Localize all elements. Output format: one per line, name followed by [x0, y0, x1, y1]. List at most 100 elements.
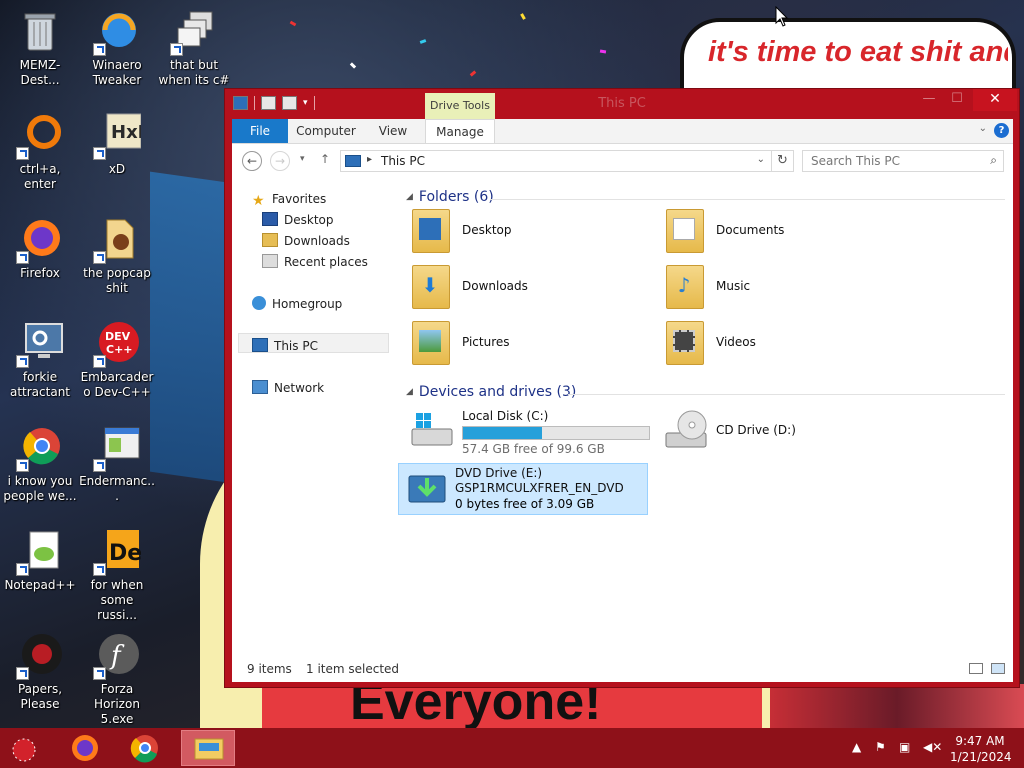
file-explorer-icon — [194, 738, 224, 760]
folder-videos[interactable]: Videos — [660, 319, 900, 371]
tab-view[interactable]: View — [368, 119, 418, 143]
desktop-icon-papers-please[interactable]: Papers, Please — [2, 632, 78, 712]
hxd-icon: HxD — [93, 112, 153, 160]
drive-c-usage-bar — [462, 426, 650, 440]
drive-d[interactable]: CD Drive (D:) — [660, 409, 900, 451]
refresh-button[interactable]: ↻ — [772, 150, 794, 172]
window-icon — [93, 424, 141, 472]
shortcut-arrow-icon — [93, 251, 106, 264]
folders-group-header[interactable]: ◢ Folders (6) — [406, 189, 494, 205]
confetti — [289, 20, 297, 27]
desktop-icon-winaero[interactable]: Winaero Tweaker — [79, 8, 155, 88]
help-icon[interactable]: ? — [994, 123, 1009, 138]
large-icons-view-icon[interactable] — [991, 663, 1005, 674]
confetti — [520, 13, 526, 20]
shortcut-arrow-icon — [16, 563, 29, 576]
recycle-bin-icon — [16, 8, 64, 56]
taskbar: ▲ ⚑ ▣ ◀✕ 9:47 AM 1/21/2024 — [0, 728, 1024, 768]
collapse-triangle-icon: ◢ — [406, 192, 413, 202]
tab-file[interactable]: File — [232, 119, 288, 143]
nav-desktop[interactable]: Desktop — [262, 210, 334, 230]
homegroup-icon — [252, 296, 266, 310]
tab-manage[interactable]: Manage — [425, 119, 495, 143]
network-tray-icon[interactable]: ▣ — [899, 740, 910, 754]
desktop-icon-label: xD — [108, 162, 126, 176]
volume-muted-icon[interactable]: ◀✕ — [923, 740, 942, 754]
close-button[interactable]: ✕ — [973, 89, 1017, 111]
desktop-icon-label: Winaero Tweaker — [92, 58, 142, 87]
flash-icon: f — [93, 632, 141, 680]
status-item-count: 9 items — [247, 662, 292, 676]
forward-button[interactable]: → — [270, 151, 290, 171]
folder-music[interactable]: ♪ Music — [660, 263, 900, 315]
folder-documents[interactable]: Documents — [660, 207, 900, 259]
desktop-icon-xd[interactable]: HxD xD — [79, 112, 155, 177]
status-selection: 1 item selected — [306, 662, 400, 676]
chevron-right-icon[interactable]: ▸ — [367, 154, 372, 165]
speech-bubble-text: it's time to eat shit and die and celebr… — [708, 36, 1008, 68]
back-button[interactable]: ← — [242, 151, 262, 171]
desktop-icon-forza[interactable]: f Forza Horizon 5.exe — [79, 632, 155, 727]
devices-group-header[interactable]: ◢ Devices and drives (3) — [406, 384, 576, 400]
details-view-icon[interactable] — [969, 663, 983, 674]
refresh-icon: ↻ — [777, 153, 788, 168]
search-input[interactable]: Search This PC ⌕ — [802, 150, 1004, 172]
address-bar[interactable]: ▸ This PC ⌄ — [340, 150, 772, 172]
drive-c[interactable]: Local Disk (C:) 57.4 GB free of 99.6 GB — [406, 409, 650, 456]
desktop-icon-firefox[interactable]: Firefox — [2, 216, 78, 281]
nav-downloads[interactable]: Downloads — [262, 231, 350, 251]
taskbar-firefox[interactable] — [58, 730, 112, 766]
explorer-window: ▾ Drive Tools This PC — ☐ ✕ File Compute… — [224, 88, 1020, 688]
window-titlebar[interactable]: ▾ Drive Tools This PC — ☐ ✕ — [225, 89, 1019, 119]
desktop-icon-russian[interactable]: De for when some russi... — [79, 528, 155, 623]
svg-text:De: De — [109, 541, 141, 566]
nav-favorites[interactable]: ★ Favorites — [252, 189, 326, 209]
breadcrumb-this-pc[interactable]: This PC — [381, 154, 425, 168]
taskbar-file-explorer[interactable] — [181, 730, 235, 766]
desktop-icon — [262, 212, 278, 226]
folder-documents-icon — [666, 209, 704, 253]
cd-drive-icon — [665, 410, 707, 448]
desktop-icon-chrome[interactable]: i know you people we... — [2, 424, 78, 504]
expand-ribbon-icon[interactable]: ⌄ — [979, 123, 987, 134]
nav-this-pc[interactable]: This PC — [252, 336, 318, 356]
folder-downloads[interactable]: ⬇ Downloads — [406, 263, 646, 315]
chevron-down-icon[interactable]: ⌄ — [757, 154, 765, 165]
desktop-icon-notepadpp[interactable]: Notepad++ — [2, 528, 78, 593]
popcap-icon — [93, 216, 141, 264]
up-arrow-icon[interactable]: ↑ — [320, 152, 330, 166]
desktop-icon-ctrl-a[interactable]: ctrl+a, enter — [2, 112, 78, 192]
desktop-icon-popcap[interactable]: the popcap shit — [79, 216, 155, 296]
show-hidden-icons-icon[interactable]: ▲ — [852, 740, 861, 754]
nav-recent-places[interactable]: Recent places — [262, 252, 368, 272]
desktop-icon-label: ctrl+a, enter — [19, 162, 61, 191]
taskbar-chrome[interactable] — [118, 730, 172, 766]
nav-network[interactable]: Network — [252, 378, 324, 398]
svg-text:DEV: DEV — [105, 330, 131, 343]
confetti — [349, 62, 357, 69]
folder-desktop[interactable]: Desktop — [406, 207, 646, 259]
drive-e[interactable]: DVD Drive (E:) GSP1RMCULXFRER_EN_DVD 0 b… — [398, 463, 648, 515]
maximize-button[interactable]: ☐ — [943, 89, 971, 111]
desktop-icon-forkie[interactable]: forkie attractant — [2, 320, 78, 400]
minimize-button[interactable]: — — [915, 89, 943, 111]
taskbar-clock[interactable]: 9:47 AM 1/21/2024 — [950, 733, 1012, 765]
this-pc-icon — [252, 338, 268, 352]
desktop-icon-csharp[interactable]: that but when its c# — [156, 8, 232, 88]
desktop-icon-memz[interactable]: MEMZ-Dest... — [2, 8, 78, 88]
desktop-icon-devcpp[interactable]: DEV C++ Embarcadero Dev-C++ — [79, 320, 155, 400]
nav-homegroup[interactable]: Homegroup — [252, 294, 342, 314]
desktop-icon-label: Embarcadero Dev-C++ — [80, 370, 154, 399]
folder-pictures[interactable]: Pictures — [406, 319, 646, 371]
folder-videos-icon — [666, 321, 704, 365]
start-button[interactable] — [0, 730, 48, 766]
desktop-icon-endermanch[interactable]: Endermanc... — [79, 424, 155, 504]
shortcut-arrow-icon — [16, 459, 29, 472]
desktop-icon-label: i know you people we... — [3, 474, 77, 503]
notepadpp-icon — [16, 528, 64, 576]
action-center-flag-icon[interactable]: ⚑ — [875, 740, 886, 754]
ring-icon — [16, 112, 64, 160]
status-bar: 9 items 1 item selected — [232, 656, 1013, 682]
recent-locations-icon[interactable]: ▾ — [300, 154, 305, 164]
tab-computer[interactable]: Computer — [294, 119, 358, 143]
